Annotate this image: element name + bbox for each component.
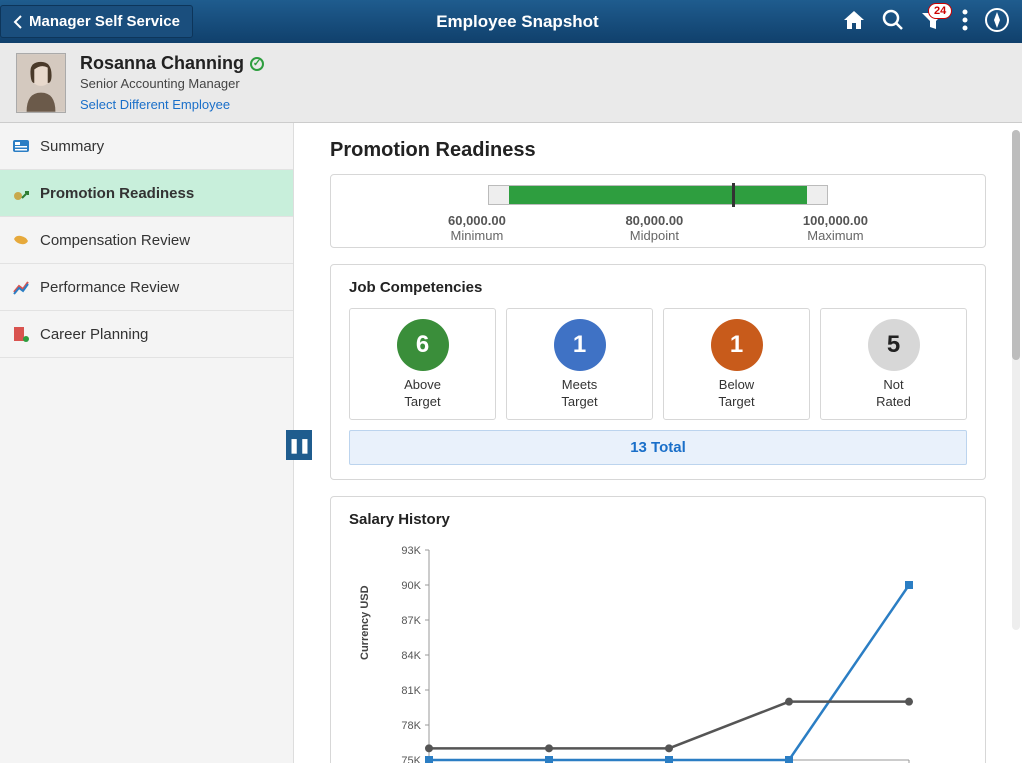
range-max: 100,000.00Maximum [803,213,868,243]
sidebar-item-summary[interactable]: Summary [0,123,293,170]
competency-count: 5 [868,319,920,371]
content-heading: Promotion Readiness [330,139,986,162]
sidebar: Summary Promotion Readiness Compensation… [0,123,294,763]
sidebar-item-label: Performance Review [40,279,179,296]
notification-badge: 24 [928,3,952,19]
scrollbar-thumb[interactable] [1012,130,1020,360]
y-axis-label: Currency USD [359,585,371,660]
select-employee-link[interactable]: Select Different Employee [80,97,264,112]
verified-icon [250,57,264,71]
competency-count: 1 [711,319,763,371]
sidebar-item-label: Compensation Review [40,232,190,249]
chevron-left-icon [13,15,23,29]
range-mid: 80,000.00Midpoint [625,213,683,243]
sidebar-item-performance[interactable]: Performance Review [0,264,293,311]
svg-text:93K: 93K [401,545,421,557]
range-fill [509,186,806,204]
competency-box[interactable]: 5 NotRated [820,308,967,420]
career-icon [12,325,30,343]
svg-text:78K: 78K [401,720,421,732]
search-icon[interactable] [882,9,904,34]
competencies-card: Job Competencies 6 AboveTarget1 MeetsTar… [330,264,986,480]
performance-icon [12,278,30,296]
employee-header: Rosanna Channing Senior Accounting Manag… [0,43,1022,123]
salary-range-bar [488,185,828,205]
range-labels: 60,000.00Minimum 80,000.00Midpoint 100,0… [448,213,868,243]
svg-text:75K: 75K [401,755,421,763]
salary-history-title: Salary History [349,511,967,528]
competencies-title: Job Competencies [349,279,967,296]
back-label: Manager Self Service [29,13,180,30]
svg-text:81K: 81K [401,685,421,697]
scrollbar[interactable] [1012,130,1020,630]
summary-icon [12,137,30,155]
svg-text:87K: 87K [401,615,421,627]
salary-history-chart: Currency USD 75K78K81K84K87K90K93K201320… [369,540,967,763]
back-button[interactable]: Manager Self Service [0,5,193,38]
sidebar-item-promotion[interactable]: Promotion Readiness [0,170,293,217]
competency-total[interactable]: 13 Total [349,430,967,465]
home-icon[interactable] [842,9,866,34]
content-area: Promotion Readiness 60,000.00Minimum 80,… [294,123,1022,763]
avatar [16,53,66,113]
promotion-icon [12,184,30,202]
pause-icon: ❚❚ [288,437,309,454]
sidebar-item-career[interactable]: Career Planning [0,311,293,358]
competency-box[interactable]: 6 AboveTarget [349,308,496,420]
competency-label: MeetsTarget [511,377,648,411]
compass-icon[interactable] [984,7,1010,36]
competency-box[interactable]: 1 BelowTarget [663,308,810,420]
range-min: 60,000.00Minimum [448,213,506,243]
sidebar-item-compensation[interactable]: Compensation Review [0,217,293,264]
chart-svg: 75K78K81K84K87K90K93K2013201420152016201… [369,540,929,763]
competency-count: 6 [397,319,449,371]
sidebar-item-label: Career Planning [40,326,148,343]
competency-label: AboveTarget [354,377,491,411]
employee-info: Rosanna Channing Senior Accounting Manag… [80,53,264,112]
top-bar: Manager Self Service Employee Snapshot 2… [0,0,1022,43]
range-marker [732,183,735,207]
sidebar-item-label: Promotion Readiness [40,185,194,202]
main-layout: Summary Promotion Readiness Compensation… [0,123,1022,763]
svg-text:90K: 90K [401,580,421,592]
employee-role: Senior Accounting Manager [80,76,264,91]
sidebar-item-label: Summary [40,138,104,155]
topbar-actions: 24 [842,7,1022,36]
salary-history-card: Salary History Currency USD 75K 78K 81K 84K… [330,496,986,763]
competency-box[interactable]: 1 MeetsTarget [506,308,653,420]
notifications-icon[interactable]: 24 [920,9,946,34]
competency-row: 6 AboveTarget1 MeetsTarget1 BelowTarget5… [349,308,967,420]
collapse-sidebar-handle[interactable]: ❚❚ [286,430,312,460]
svg-text:84K: 84K [401,650,421,662]
employee-name: Rosanna Channing [80,53,244,74]
compensation-icon [12,231,30,249]
salary-range-card: 60,000.00Minimum 80,000.00Midpoint 100,0… [330,174,986,248]
menu-icon[interactable] [962,9,968,34]
page-title: Employee Snapshot [193,12,842,32]
competency-count: 1 [554,319,606,371]
competency-label: BelowTarget [668,377,805,411]
competency-label: NotRated [825,377,962,411]
